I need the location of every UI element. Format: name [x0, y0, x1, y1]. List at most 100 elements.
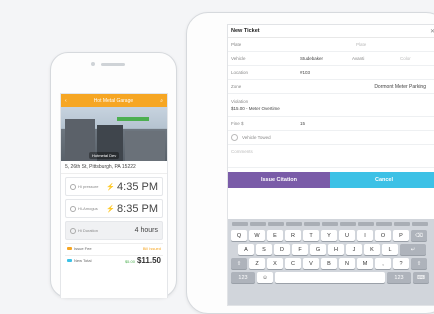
key[interactable]: S [256, 244, 272, 255]
time-card[interactable]: Hi-Amogus ⚡ 8:35 PM [65, 199, 163, 218]
time-card[interactable]: Hi pressure ⚡ 4:35 PM [65, 177, 163, 196]
keyboard-row-2: A S D F G H J K L ↵ [238, 244, 426, 255]
key[interactable]: E [267, 230, 283, 241]
shift-key[interactable]: ⇧ [231, 258, 247, 269]
location-field[interactable]: Location #103 [228, 66, 434, 80]
key[interactable]: D [274, 244, 290, 255]
phone-header-title: Hot Metal Garage [93, 97, 134, 104]
zone-label: Zone [231, 84, 242, 89]
key[interactable]: W [249, 230, 265, 241]
key[interactable]: B [321, 258, 337, 269]
time-card-label: Hi pressure [78, 184, 99, 189]
key[interactable]: J [346, 244, 362, 255]
key[interactable]: C [285, 258, 301, 269]
total-swatch [67, 259, 72, 262]
return-key[interactable]: ↵ [400, 244, 426, 255]
ticket-title: New Ticket [231, 28, 260, 34]
duration-card[interactable]: Hi Duration 4 hours [65, 221, 163, 240]
key[interactable]: U [339, 230, 355, 241]
zone-field[interactable]: Zone Dormont Meter Parking [228, 80, 434, 94]
key[interactable]: H [328, 244, 344, 255]
key[interactable]: N [339, 258, 355, 269]
cancel-button[interactable]: Cancel [330, 172, 434, 188]
violation-label: Violation [231, 99, 249, 104]
key[interactable]: T [303, 230, 319, 241]
phone-camera [91, 62, 95, 66]
close-icon[interactable]: ✕ [430, 28, 434, 35]
time-card-label: Hi-Amogus [78, 206, 98, 211]
total-row: New Total $5.00 $11.50 [65, 255, 163, 265]
key[interactable]: , [375, 258, 391, 269]
clock-icon [70, 183, 76, 190]
towed-label: Vehicle Towed [242, 135, 271, 140]
duration-label: Hi Duration [78, 228, 99, 233]
key[interactable]: L [382, 244, 398, 255]
time-card-value: 8:35 PM [117, 202, 158, 215]
key[interactable]: X [267, 258, 283, 269]
photo-caption: Hotmetal Dev [89, 152, 120, 159]
action-buttons: Issue Citation Cancel [228, 172, 434, 188]
garage-sign [117, 117, 149, 121]
key[interactable]: V [303, 258, 319, 269]
space-bar[interactable] [275, 272, 385, 283]
phone-header: ‹ Hot Metal Garage ⌕ [61, 94, 167, 107]
vehicle-color: Color [400, 56, 411, 61]
bolt-icon: ⚡ [106, 183, 116, 191]
key[interactable]: Z [249, 258, 265, 269]
towed-toggle[interactable]: Vehicle Towed [228, 131, 434, 145]
total-price: $11.50 [136, 256, 161, 265]
shift-key[interactable]: ⇧ [411, 258, 427, 269]
garage-photo: Hotmetal Dev [61, 107, 167, 161]
fine-field[interactable]: Fine $ 15 [228, 117, 434, 131]
clock-icon [70, 227, 76, 234]
numbers-key[interactable]: 123 [387, 272, 411, 283]
key[interactable]: M [357, 258, 373, 269]
key[interactable]: G [310, 244, 326, 255]
fee-label: Issue Fee [74, 246, 92, 251]
keyboard-row-1: Q W E R T Y U I O P ⌫ [231, 230, 427, 241]
location-label: Location [231, 70, 249, 75]
key[interactable]: ? [393, 258, 409, 269]
search-icon[interactable]: ⌕ [160, 98, 163, 104]
total-discount: $5.00 [124, 259, 135, 264]
emoji-icon[interactable]: ☺ [257, 272, 273, 283]
address-text: 5, 26th St, Pittsburgh, PA 15222 [61, 161, 167, 174]
on-screen-keyboard: Q W E R T Y U I O P ⌫ A S D F G H J K L … [228, 219, 434, 305]
plate-label: Plate [231, 42, 242, 47]
fee-row: Issue Fee Bill Issued [65, 243, 163, 253]
violation-field[interactable]: Violation $15.00 - Meter Overtime [228, 94, 434, 117]
vehicle-model: Avanti [352, 56, 365, 61]
vehicle-label: Vehicle [231, 56, 246, 61]
issue-citation-button[interactable]: Issue Citation [228, 172, 330, 188]
fee-note: Bill Issued [142, 246, 161, 251]
vehicle-value: Studebaker [300, 56, 324, 61]
clock-icon [70, 205, 76, 212]
key[interactable]: O [375, 230, 391, 241]
phone-device: ‹ Hot Metal Garage ⌕ Hotmetal Dev 5, 26t… [50, 52, 177, 298]
key[interactable]: A [238, 244, 254, 255]
location-value: #103 [300, 70, 311, 75]
key[interactable]: Y [321, 230, 337, 241]
plate-field[interactable]: Plate Plate [228, 38, 434, 52]
duration-value: 4 hours [134, 227, 158, 234]
backspace-key[interactable]: ⌫ [411, 230, 427, 241]
ticket-title-bar: New Ticket ✕ [228, 25, 434, 38]
checkbox-icon[interactable] [231, 134, 238, 141]
building-shape [125, 131, 165, 161]
key[interactable]: K [364, 244, 380, 255]
violation-value: $15.00 - Meter Overtime [231, 106, 280, 111]
key[interactable]: Q [231, 230, 247, 241]
keyboard-hide-icon[interactable]: ⌨ [413, 272, 429, 283]
key[interactable]: F [292, 244, 308, 255]
key[interactable]: R [285, 230, 301, 241]
vehicle-field[interactable]: Vehicle Studebaker Avanti Color [228, 52, 434, 66]
phone-speaker [101, 63, 125, 66]
key[interactable]: P [393, 230, 409, 241]
keyboard-row-3: ⇧ Z X C V B N M , ? ⇧ [231, 258, 427, 269]
comments-field[interactable]: Comments [228, 145, 434, 168]
key[interactable]: I [357, 230, 373, 241]
numbers-key[interactable]: 123 [231, 272, 255, 283]
phone-screen: ‹ Hot Metal Garage ⌕ Hotmetal Dev 5, 26t… [60, 93, 168, 298]
time-card-value: 4:35 PM [117, 180, 158, 193]
tablet-device: New Ticket ✕ Plate Plate Vehicle Studeba… [186, 12, 434, 314]
